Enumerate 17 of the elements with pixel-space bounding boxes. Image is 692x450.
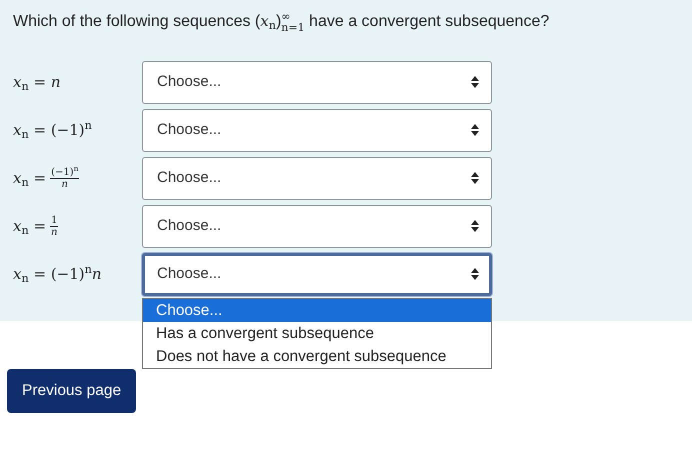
choose-dropdown[interactable]: Choose... [142,204,492,248]
formula: x$_{n}$ = (−1)$^{n}$ [13,118,93,142]
dropdown-arrows-icon [471,268,479,280]
dropdown-arrows-icon [471,220,479,232]
dropdown-option[interactable]: Choose... [143,298,491,322]
previous-page-button[interactable]: Previous page [7,369,136,413]
formula: x$_{n}$ = n [13,72,62,94]
dropdown-arrows-icon [471,172,479,184]
choose-dropdown[interactable]: Choose... [142,60,492,104]
formula: x$_{n}$ = (−1)$^{n}$n [13,262,103,286]
choose-dropdown[interactable]: Choose... [142,108,492,152]
choose-dropdown[interactable]: Choose... [142,156,492,200]
dropdown-arrows-icon [471,76,479,88]
dropdown-option[interactable]: Does not have a convergent subsequence [143,344,491,368]
choose-dropdown[interactable]: Choose... [142,252,492,296]
dropdown-option[interactable]: Has a convergent subsequence [143,322,491,344]
dropdown-arrows-icon [471,124,479,136]
